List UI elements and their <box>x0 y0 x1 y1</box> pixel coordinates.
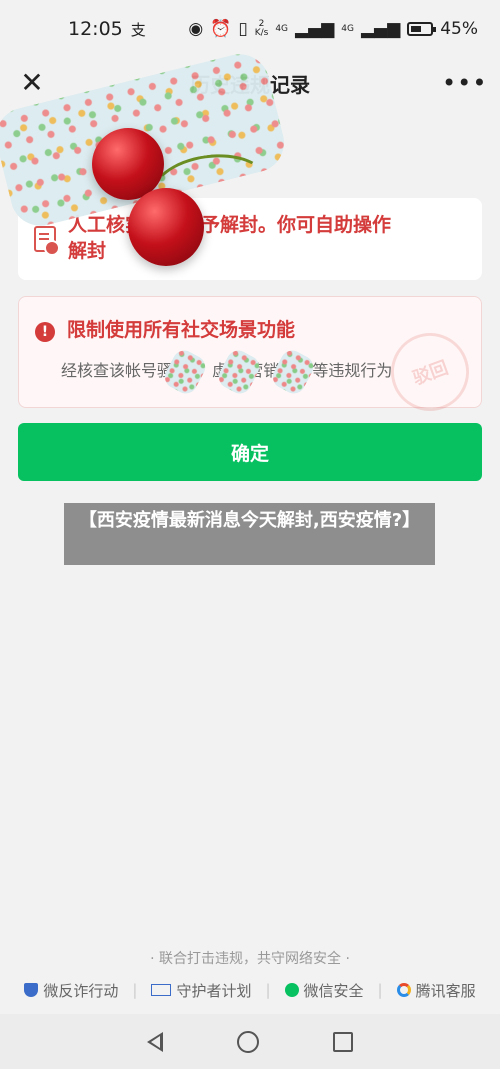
guardian-icon <box>151 984 172 996</box>
footer-links: 微反诈行动 | 守护者计划 | 微信安全 | 腾讯客服 <box>0 978 500 1002</box>
article-caption: 【西安疫情最新消息今天解封,西安疫情?】 <box>64 503 435 565</box>
alipay-icon: 支 <box>130 20 146 39</box>
system-navigation-bar <box>0 1014 500 1069</box>
alarm-icon: ⏰ <box>210 19 232 39</box>
battery-icon <box>407 22 437 36</box>
signal-icon: ▂▄▆ <box>295 19 335 39</box>
shield-icon <box>24 983 39 997</box>
footer-link-tencent-service[interactable]: 腾讯客服 <box>396 980 476 1001</box>
net-speed: 2 K/s <box>255 20 269 38</box>
footer-slogan: · 联合打击违规，共守网络安全 · <box>150 951 350 967</box>
footer-link-anti-fraud[interactable]: 微反诈行动 <box>24 980 118 1001</box>
more-icon[interactable]: ••• <box>442 63 486 103</box>
status-bar: 12:05 支 ◉ ⏰ ▯ 2 K/s 4G ▂▄▆ 4G ▂▄▆ 45% <box>0 0 500 58</box>
document-icon <box>34 226 60 256</box>
network-type-1: 4G <box>275 23 289 34</box>
vibrate-icon: ▯ <box>238 19 248 39</box>
footer-link-guardian[interactable]: 守护者计划 <box>151 980 251 1001</box>
close-icon[interactable]: ✕ <box>12 63 52 103</box>
footer-link-wechat-security[interactable]: 微信安全 <box>284 980 364 1001</box>
appeal-result-line2: 解封 <box>68 240 107 262</box>
home-icon[interactable] <box>237 1030 259 1053</box>
wechat-icon <box>284 983 299 997</box>
divider: | <box>132 981 138 999</box>
eye-icon: ◉ <box>188 19 204 39</box>
restriction-title: 限制使用所有社交场景功能 <box>67 319 296 341</box>
restriction-card: ! 限制使用所有社交场景功能 经核查该帐号骚 虚 营销 诈等违规行为 驳回 <box>18 296 482 422</box>
recent-apps-icon[interactable] <box>333 1031 353 1052</box>
battery-percent: 45% <box>440 19 478 39</box>
confirm-button[interactable]: 确定 <box>18 423 482 481</box>
signal-icon-2: ▂▄▆ <box>360 19 401 39</box>
cherry-image <box>128 188 204 266</box>
network-type-2: 4G <box>341 23 354 34</box>
divider: | <box>377 981 383 999</box>
alert-icon: ! <box>35 321 55 342</box>
footer-link-label: 微信安全 <box>303 981 364 1000</box>
footer-link-label: 守护者计划 <box>176 981 252 1000</box>
footer-link-label: 微反诈行动 <box>43 981 119 1000</box>
restriction-detail-a: 经核查该帐号骚 <box>61 361 174 380</box>
footer-link-label: 腾讯客服 <box>415 981 476 1000</box>
net-speed-unit: K/s <box>254 28 269 38</box>
tencent-icon <box>396 983 411 997</box>
clock: 12:05 <box>68 18 123 40</box>
divider: | <box>265 981 271 999</box>
back-icon[interactable] <box>147 1031 163 1052</box>
